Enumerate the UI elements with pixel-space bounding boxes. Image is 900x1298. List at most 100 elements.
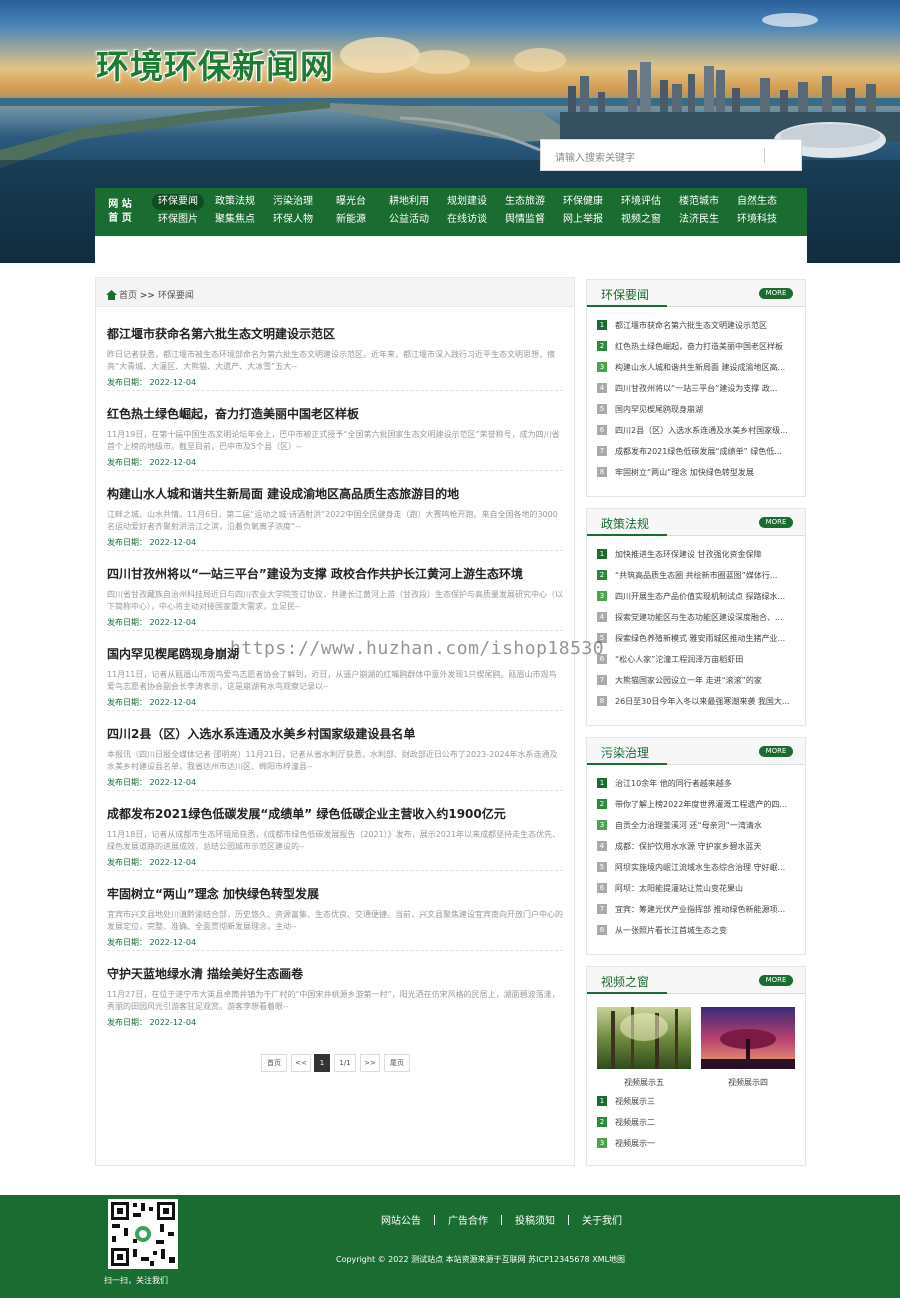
list-item-label: 大熊猫国家公园设立一年 走进“滚滚”的家 — [615, 676, 762, 685]
list-item[interactable]: 1 都江堰市获命名第六批生态文明建设示范区 — [597, 319, 797, 333]
article-title[interactable]: 四川甘孜州将以“一站三平台”建设为支撑 政校合作共护长江黄河上游生态环境 — [107, 565, 563, 582]
list-item[interactable]: 4 成都：保护饮用水水源 守护家乡碧水蓝天 — [597, 840, 797, 854]
video-caption[interactable]: 视频展示四 — [701, 1077, 795, 1088]
list-item[interactable]: 6 阿坝：太阳能提灌站让荒山变花果山 — [597, 882, 797, 896]
list-item[interactable]: 6 “松心人家”沱潼工程润泽万亩稻虾田 — [597, 653, 797, 667]
more-button[interactable]: MORE — [759, 288, 793, 299]
nav-item[interactable]: 法济民生 — [673, 212, 725, 228]
list-item[interactable]: 8 26日至30日今年入冬以来最强寒潮来袭 我国大... — [597, 695, 797, 709]
list-item[interactable]: 2 “共筑高品质生态圈 共绘新市圈蓝图”媒体行... — [597, 569, 797, 583]
pager-current[interactable]: 1 — [314, 1054, 330, 1072]
nav-home-link[interactable]: 网 站 首 页 — [95, 188, 145, 236]
nav-item[interactable]: 环保图片 — [152, 212, 204, 228]
nav-item[interactable]: 视频之窗 — [615, 212, 667, 228]
list-item[interactable]: 1 治江10余年 他的同行者越来越多 — [597, 777, 797, 791]
article-title[interactable]: 红色热土绿色崛起，奋力打造美丽中国老区样板 — [107, 405, 563, 422]
section-header: 环保要闻 MORE — [587, 280, 805, 307]
article-date: 发布日期： 2022-12-04 — [107, 378, 197, 387]
nav-item[interactable]: 环保要闻 — [152, 194, 204, 210]
article-item[interactable]: 构建山水人城和谐共生新局面 建设成渝地区高品质生态旅游目的地 江畔之城、山水共情… — [107, 485, 563, 551]
footer-link[interactable]: 关于我们 — [582, 1216, 622, 1227]
list-item[interactable]: 3 视频展示一 — [597, 1137, 797, 1151]
footer-link[interactable]: 网站公告 — [381, 1216, 421, 1227]
nav-item[interactable]: 生态旅游 — [499, 194, 551, 210]
article-title[interactable]: 构建山水人城和谐共生新局面 建设成渝地区高品质生态旅游目的地 — [107, 485, 563, 502]
article-item[interactable]: 四川2县（区）入选水系连通及水美乡村国家级建设县名单 本报讯（四川日报全媒体记者… — [107, 725, 563, 791]
list-item[interactable]: 4 四川甘孜州将以“一站三平台”建设为支撑 政... — [597, 382, 797, 396]
article-item[interactable]: 红色热土绿色崛起，奋力打造美丽中国老区样板 11月19日，在第十届中国生态文明论… — [107, 405, 563, 471]
nav-item[interactable]: 环境评估 — [615, 194, 667, 210]
list-item[interactable]: 5 阿坝实施境内岷江流域水生态综合治理 守好岷... — [597, 861, 797, 875]
article-item[interactable]: 成都发布2021绿色低碳发展“成绩单” 绿色低碳企业主营收入约1900亿元 11… — [107, 805, 563, 871]
article-title[interactable]: 牢固树立“两山”理念 加快绿色转型发展 — [107, 885, 563, 902]
list-item[interactable]: 7 成都发布2021绿色低碳发展“成绩单” 绿色低... — [597, 445, 797, 459]
nav-item[interactable]: 规划建设 — [441, 194, 493, 210]
list-item-label: 四川开展生态产品价值实现机制试点 探路绿水... — [615, 592, 786, 601]
pager-last[interactable]: 尾页 — [384, 1054, 410, 1072]
list-item[interactable]: 3 自贡全力治理釜溪河 还“母亲河”一湾清水 — [597, 819, 797, 833]
nav-item[interactable]: 聚集焦点 — [209, 212, 261, 228]
list-item[interactable]: 8 牢固树立“两山”理念 加快绿色转型发展 — [597, 466, 797, 480]
nav-item[interactable]: 舆情监督 — [499, 212, 551, 228]
link-divider — [434, 1215, 435, 1225]
article-title[interactable]: 成都发布2021绿色低碳发展“成绩单” 绿色低碳企业主营收入约1900亿元 — [107, 805, 563, 822]
nav-item[interactable]: 曝光台 — [325, 194, 377, 210]
article-date: 发布日期： 2022-12-04 — [107, 458, 197, 467]
nav-item[interactable]: 网上举报 — [557, 212, 609, 228]
nav-item[interactable]: 公益活动 — [383, 212, 435, 228]
list-item[interactable]: 7 大熊猫国家公园设立一年 走进“滚滚”的家 — [597, 674, 797, 688]
article-title[interactable]: 四川2县（区）入选水系连通及水美乡村国家级建设县名单 — [107, 725, 563, 742]
nav-item[interactable]: 环保健康 — [557, 194, 609, 210]
list-item[interactable]: 7 宜宾：筹建光伏产业指挥部 推动绿色新能源项... — [597, 903, 797, 917]
list-item[interactable]: 5 探索绿色养殖新模式 雅安雨城区推动生猪产业... — [597, 632, 797, 646]
section-title: 环保要闻 — [601, 288, 650, 302]
link-divider — [568, 1215, 569, 1225]
footer-link[interactable]: 投稿须知 — [515, 1216, 555, 1227]
article-title[interactable]: 都江堰市获命名第六批生态文明建设示范区 — [107, 325, 563, 342]
list-item[interactable]: 2 带你了解上榜2022年度世界灌溉工程遗产的四... — [597, 798, 797, 812]
breadcrumb-home[interactable]: 首页 — [119, 291, 137, 301]
nav-item[interactable]: 耕地利用 — [383, 194, 435, 210]
list-item[interactable]: 1 加快推进生态环保建设 甘孜强化资金保障 — [597, 548, 797, 562]
nav-item[interactable]: 环保人物 — [267, 212, 319, 228]
video-caption[interactable]: 视频展示五 — [597, 1077, 691, 1088]
more-button[interactable]: MORE — [759, 517, 793, 528]
list-item[interactable]: 8 从一张照片看长江首城生态之变 — [597, 924, 797, 938]
article-item[interactable]: 守护天蓝地绿水清 描绘美好生态画卷 11月27日，在位于遂宁市大英县卓筒井镇为干… — [107, 965, 563, 1031]
list-item-label: 成都：保护饮用水水源 守护家乡碧水蓝天 — [615, 842, 762, 851]
pager-first[interactable]: 首页 — [261, 1054, 287, 1072]
article-summary: 昨日记者获悉，都江堰市被生态环境部命名为第六批生态文明建设示范区。近年来，都江堰… — [107, 350, 555, 371]
pager-prev[interactable]: << — [291, 1054, 311, 1072]
nav-item[interactable]: 楼范城市 — [673, 194, 725, 210]
nav-item[interactable]: 新能源 — [325, 212, 377, 228]
more-button[interactable]: MORE — [759, 746, 793, 757]
article-item[interactable]: 都江堰市获命名第六批生态文明建设示范区 昨日记者获悉，都江堰市被生态环境部命名为… — [107, 325, 563, 391]
list-item[interactable]: 2 红色热土绿色崛起，奋力打造美丽中国老区样板 — [597, 340, 797, 354]
footer-link[interactable]: 广告合作 — [448, 1216, 488, 1227]
video-thumbnail[interactable] — [701, 1007, 795, 1069]
article-title[interactable]: 守护天蓝地绿水清 描绘美好生态画卷 — [107, 965, 563, 982]
search-input[interactable]: 请输入搜索关键字 — [540, 139, 802, 171]
nav-item[interactable]: 在线访谈 — [441, 212, 493, 228]
nav-item[interactable]: 自然生态 — [731, 194, 783, 210]
list-item[interactable]: 4 探索党建功能区与生态功能区建设深度融合、... — [597, 611, 797, 625]
nav-item[interactable]: 政策法规 — [209, 194, 261, 210]
list-item[interactable]: 2 视频展示二 — [597, 1116, 797, 1130]
more-button[interactable]: MORE — [759, 975, 793, 986]
article-summary: 11月18日，记者从成都市生态环境局获悉，《成都市绿色低碳发展报告（2021）》… — [107, 830, 561, 851]
list-item[interactable]: 6 四川2县（区）入选水系连通及水美乡村国家级... — [597, 424, 797, 438]
list-item[interactable]: 3 四川开展生态产品价值实现机制试点 探路绿水... — [597, 590, 797, 604]
article-item[interactable]: 牢固树立“两山”理念 加快绿色转型发展 宜宾市兴文县地处川滇黔渝结合部，历史悠久… — [107, 885, 563, 951]
list-item-label: “共筑高品质生态圈 共绘新市圈蓝图”媒体行... — [615, 571, 778, 580]
list-item[interactable]: 3 构建山水人城和谐共生新局面 建设成渝地区高... — [597, 361, 797, 375]
list-item-label: 成都发布2021绿色低碳发展“成绩单” 绿色低... — [615, 447, 782, 456]
video-thumbnail[interactable] — [597, 1007, 691, 1069]
article-date: 发布日期： 2022-12-04 — [107, 538, 197, 547]
article-item[interactable]: 四川甘孜州将以“一站三平台”建设为支撑 政校合作共护长江黄河上游生态环境 四川省… — [107, 565, 563, 631]
pager-next[interactable]: >> — [360, 1054, 380, 1072]
list-item[interactable]: 1 视频展示三 — [597, 1095, 797, 1109]
nav-subbar — [95, 236, 807, 263]
list-item[interactable]: 5 国内罕见楔尾鸥现身崩湖 — [597, 403, 797, 417]
nav-item[interactable]: 污染治理 — [267, 194, 319, 210]
nav-item[interactable]: 环境科技 — [731, 212, 783, 228]
